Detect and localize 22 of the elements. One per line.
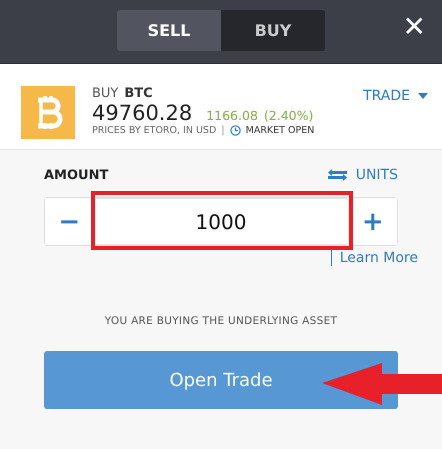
caret-icon [418, 93, 428, 99]
trade-action: BUY [92, 86, 118, 101]
price-source: PRICES BY ETORO, IN USD [92, 125, 216, 136]
units-toggle[interactable]: UNITS [326, 167, 398, 183]
price: 49760.28 [92, 101, 192, 125]
swap-icon [326, 168, 348, 182]
instrument-symbol: BTC [124, 86, 153, 101]
amount-label: AMOUNT [44, 168, 108, 182]
market-status: MARKET OPEN [246, 125, 314, 136]
amount-input-field[interactable]: 1000 [94, 198, 348, 245]
bitcoin-logo-icon [21, 86, 75, 139]
price-change: 1166.08 [206, 108, 258, 123]
notice-text: YOU ARE BUYING THE UNDERLYING ASSET [104, 315, 338, 327]
price-change-percent: (2.40%) [264, 108, 314, 123]
arrow-icon [322, 363, 442, 405]
separator: | [221, 125, 225, 136]
open-trade-button[interactable]: Open Trade [44, 351, 398, 409]
trade-menu[interactable]: TRADE [363, 88, 428, 104]
clock-icon [230, 125, 241, 136]
trade-side-tab[interactable]: SELL [117, 10, 221, 51]
close-button[interactable]: ✕ [402, 13, 426, 41]
learn-more-link[interactable]: Learn More [330, 250, 418, 266]
